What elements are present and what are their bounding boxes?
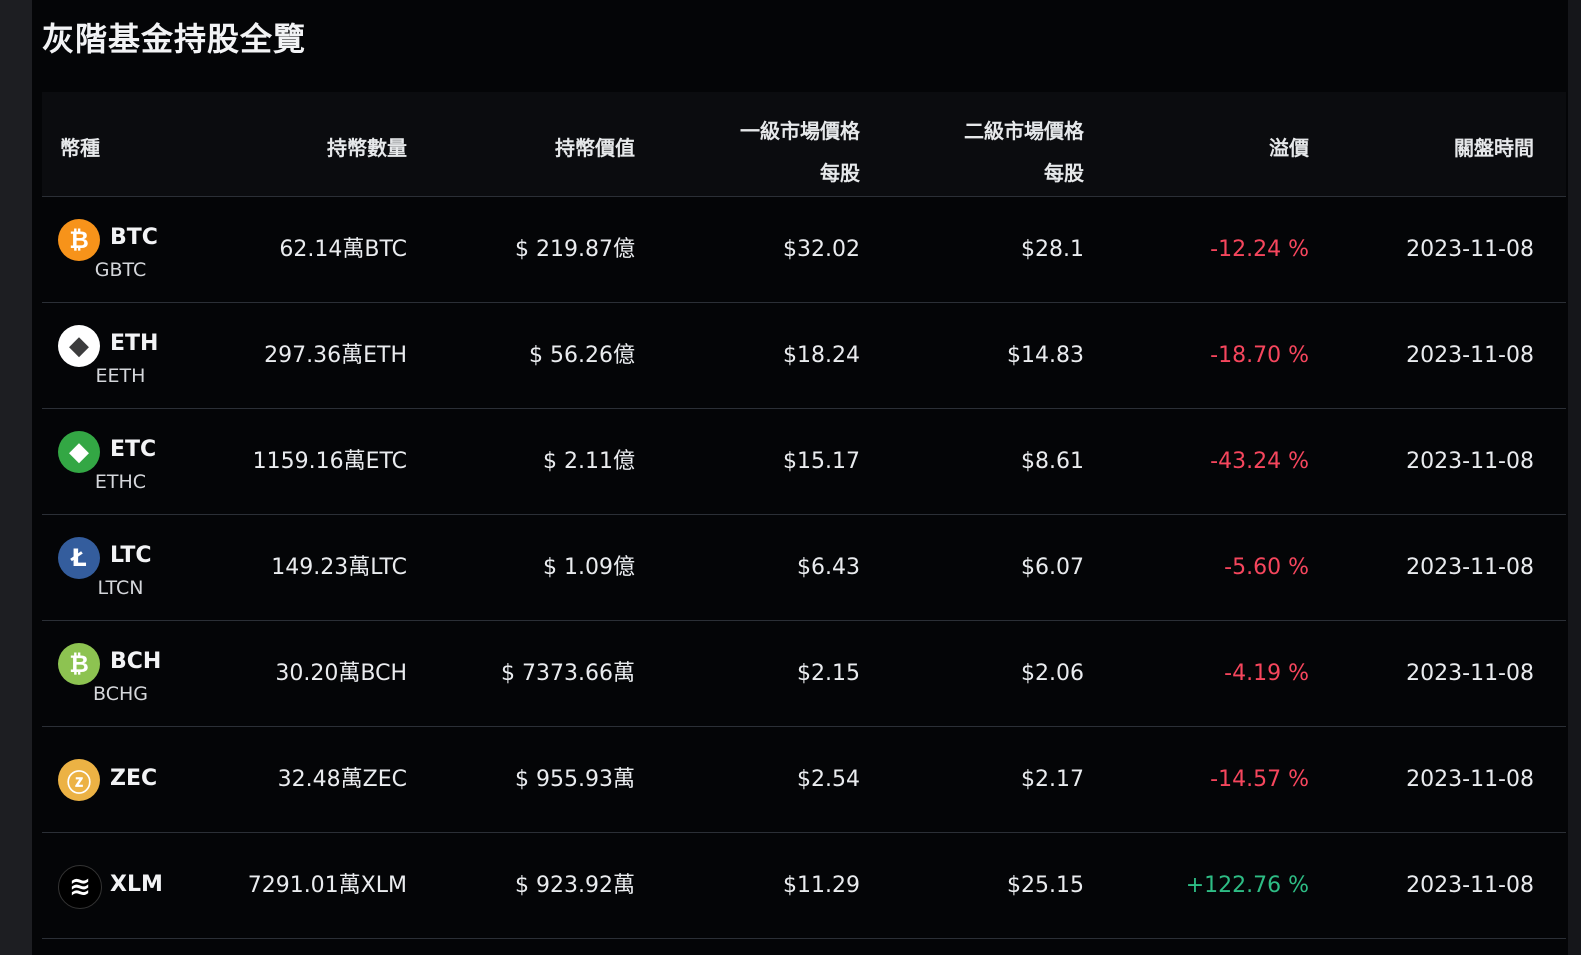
header-secondary-price-line1: 二級市場價格	[964, 119, 1084, 143]
header-secondary-price-line2: 每股	[1044, 161, 1084, 185]
close-date: 2023-11-08	[1406, 343, 1534, 368]
header-close-time[interactable]: 關盤時間	[1454, 132, 1534, 161]
table-row[interactable]: ⓩ ZEC 32.48萬ZEC $ 955.93萬 $2.54 $2.17 -1…	[42, 727, 1566, 833]
header-value[interactable]: 持幣價值	[555, 132, 635, 161]
holdings-table: 幣種 持幣數量 持幣價值 一級市場價格 每股 二級市場價格 每股 溢價 關盤時間…	[42, 92, 1566, 939]
close-date: 2023-11-08	[1406, 449, 1534, 474]
close-date: 2023-11-08	[1406, 661, 1534, 686]
app-frame: 灰階基金持股全覽 幣種 持幣數量 持幣價值 一級市場價格 每股 二級市場價格 每…	[0, 0, 1581, 955]
table-body: ₿ BTC GBTC 62.14萬BTC $ 219.87億 $32.02 $2…	[42, 197, 1566, 939]
header-primary-price-line2: 每股	[820, 161, 860, 185]
table-row[interactable]: ₿ BCH BCHG 30.20萬BCH $ 7373.66萬 $2.15 $2…	[42, 621, 1566, 727]
table-row[interactable]: Ł LTC LTCN 149.23萬LTC $ 1.09億 $6.43 $6.0…	[42, 515, 1566, 621]
close-date: 2023-11-08	[1406, 555, 1534, 580]
table-row[interactable]: ≋ XLM 7291.01萬XLM $ 923.92萬 $11.29 $25.1…	[42, 833, 1566, 939]
header-holding[interactable]: 持幣數量	[327, 132, 407, 161]
scrollbar-track[interactable]	[1568, 0, 1581, 955]
close-date: 2023-11-08	[1406, 873, 1534, 898]
table-row[interactable]: ◆ ETC ETHC 1159.16萬ETC $ 2.11億 $15.17 $8…	[42, 409, 1566, 515]
table-row[interactable]: ◆ ETH EETH 297.36萬ETH $ 56.26億 $18.24 $1…	[42, 303, 1566, 409]
header-primary-price-line1: 一級市場價格	[740, 119, 860, 143]
header-premium[interactable]: 溢價	[1269, 132, 1309, 161]
table-row[interactable]: ₿ BTC GBTC 62.14萬BTC $ 219.87億 $32.02 $2…	[42, 197, 1566, 303]
header-primary-price[interactable]: 一級市場價格 每股	[740, 110, 860, 194]
header-coin[interactable]: 幣種	[60, 132, 100, 161]
close-date: 2023-11-08	[1406, 237, 1534, 262]
page-title: 灰階基金持股全覽	[42, 20, 307, 58]
left-rail	[0, 0, 32, 955]
close-date: 2023-11-08	[1406, 767, 1534, 792]
header-secondary-price[interactable]: 二級市場價格 每股	[964, 110, 1084, 194]
table-header: 幣種 持幣數量 持幣價值 一級市場價格 每股 二級市場價格 每股 溢價 關盤時間	[42, 92, 1566, 197]
